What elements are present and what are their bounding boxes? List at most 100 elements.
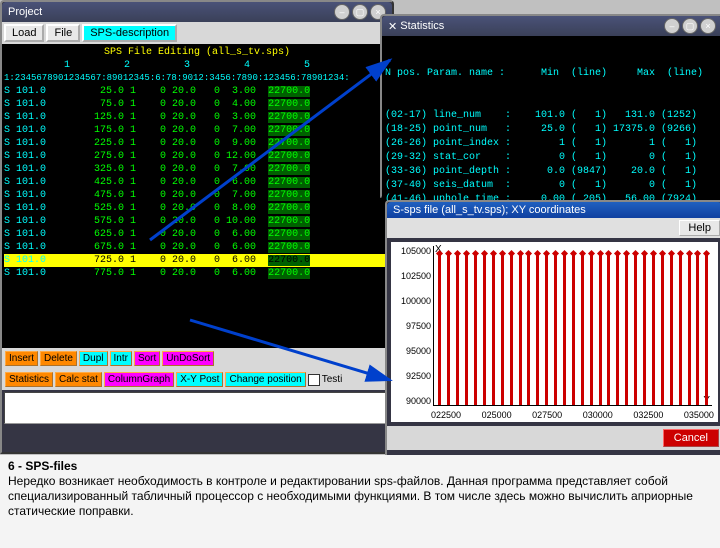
chart-bar [572,255,575,405]
file-button[interactable]: File [46,24,80,42]
stat-row: (33-36) point_depth : 0.0 (9847) 20.0 ( … [385,165,719,179]
chart-bar [634,255,637,405]
description-body: Нередко возникает необходимость в контро… [8,474,693,518]
description-panel: 6 - SPS-files Нередко возникает необходи… [0,455,720,548]
stat-row: (29-32) stat_cor : 0 ( 1) 0 ( 1) [385,151,719,165]
column-header: 1 2 3 4 5 [4,59,390,72]
chart-bar [492,255,495,405]
chart-window: S-sps file (all_s_tv.sps); XY coordinate… [385,200,720,464]
load-button[interactable]: Load [4,24,44,42]
chart-bar [501,255,504,405]
chart-bar [545,255,548,405]
statistics-title: Statistics [400,20,444,32]
chart-bar [590,255,593,405]
table-row[interactable]: S 101.0 575.0 1 0 20.0 0 10.00 22700.0 [4,215,390,228]
chart-bar [438,255,441,405]
chart-bar [670,255,673,405]
table-row[interactable]: S 101.0 225.0 1 0 20.0 0 9.00 22700.0 [4,137,390,150]
project-title: Project [8,6,42,18]
chart-bar [607,255,610,405]
table-row[interactable]: S 101.0 75.0 1 0 20.0 0 4.00 22700.0 [4,98,390,111]
description-heading: 6 - SPS-files [8,459,77,473]
stat-row: (02-17) line_num : 101.0 ( 1) 131.0 (125… [385,109,719,123]
cancel-button[interactable]: Cancel [663,429,719,447]
toolbar-row-1: Insert Delete Dupl Intr Sort UnDoSort [2,348,392,369]
sort-button[interactable]: Sort [134,351,160,366]
chart-bar [581,255,584,405]
chart-bar [616,255,619,405]
table-row[interactable]: S 101.0 525.0 1 0 20.0 0 8.00 22700.0 [4,202,390,215]
chart-bar [474,255,477,405]
table-row[interactable]: S 101.0 475.0 1 0 20.0 0 7.00 22700.0 [4,189,390,202]
statistics-button[interactable]: Statistics [5,372,53,387]
sps-description-button[interactable]: SPS-description [82,24,177,42]
chart-bar [519,255,522,405]
project-window: Project – ▢ × Load File SPS-description … [0,0,394,454]
maximize-icon[interactable]: ▢ [352,4,368,20]
y-axis: 10500010250010000097500950009250090000 [393,246,431,406]
statistics-window: ✕ Statistics – ▢ × N pos. Param. name : … [380,14,720,198]
help-button[interactable]: Help [679,220,720,236]
undosort-button[interactable]: UnDoSort [162,351,214,366]
close-icon[interactable]: × [700,18,716,34]
maximize-icon[interactable]: ▢ [682,18,698,34]
calc-stat-button[interactable]: Calc stat [55,372,102,387]
stat-row: (18-25) point_num : 25.0 ( 1) 17375.0 (9… [385,123,719,137]
statistics-titlebar[interactable]: ✕ Statistics – ▢ × [382,16,720,36]
chart-bar [705,255,708,405]
chart-bar [456,255,459,405]
plot-area [433,246,712,406]
xy-post-button[interactable]: X-Y Post [176,372,223,387]
chart-bar [661,255,664,405]
chart-bar [483,255,486,405]
ruler: 1:2345678901234567:89012345:6:78:9012:34… [4,72,390,85]
chart-area[interactable]: X Y 105000102500100000975009500092500900… [391,242,718,422]
change-position-button[interactable]: Change position [225,372,305,387]
project-menubar: Load File SPS-description [2,22,392,44]
table-row[interactable]: S 101.0 325.0 1 0 20.0 0 7.00 22700.0 [4,163,390,176]
chart-bar [599,255,602,405]
chart-bar [447,255,450,405]
project-titlebar[interactable]: Project – ▢ × [2,2,392,22]
minimize-icon[interactable]: – [664,18,680,34]
table-row[interactable]: S 101.0 275.0 1 0 20.0 0 12.00 22700.0 [4,150,390,163]
chart-title: S-sps file (all_s_tv.sps); XY coordinate… [393,204,586,216]
x-icon: ✕ [388,20,397,33]
chart-bar [536,255,539,405]
chart-footer: Cancel [387,426,720,450]
chart-bar [527,255,530,405]
table-row[interactable]: S 101.0 675.0 1 0 20.0 0 6.00 22700.0 [4,241,390,254]
table-row[interactable]: S 101.0 425.0 1 0 20.0 0 6.00 22700.0 [4,176,390,189]
intr-button[interactable]: Intr [110,351,132,366]
chart-bar [679,255,682,405]
stats-header: N pos. Param. name : Min (line) Max (lin… [385,67,719,81]
testi-checkbox[interactable]: Testi [308,372,343,387]
chart-bar [625,255,628,405]
editor-title: SPS File Editing (all_s_tv.sps) [4,46,390,59]
command-input[interactable] [4,392,390,424]
chart-menubar: Help [387,218,720,238]
column-graph-button[interactable]: ColumnGraph [104,372,174,387]
table-row[interactable]: S 101.0 175.0 1 0 20.0 0 7.00 22700.0 [4,124,390,137]
table-row[interactable]: S 101.0 725.0 1 0 20.0 0 6.00 22700.0 [4,254,390,267]
chart-bar [652,255,655,405]
chart-bar [696,255,699,405]
dupl-button[interactable]: Dupl [79,351,108,366]
table-row[interactable]: S 101.0 775.0 1 0 20.0 0 6.00 22700.0 [4,267,390,280]
sps-editor[interactable]: SPS File Editing (all_s_tv.sps) 1 2 3 4 … [2,44,392,348]
chart-bar [688,255,691,405]
chart-bar [510,255,513,405]
x-axis: 022500025000027500030000032500035000 [431,410,714,420]
toolbar-row-2: Statistics Calc stat ColumnGraph X-Y Pos… [2,369,392,390]
table-row[interactable]: S 101.0 25.0 1 0 20.0 0 3.00 22700.0 [4,85,390,98]
chart-bar [465,255,468,405]
chart-bar [554,255,557,405]
insert-button[interactable]: Insert [5,351,38,366]
table-row[interactable]: S 101.0 625.0 1 0 20.0 0 6.00 22700.0 [4,228,390,241]
minimize-icon[interactable]: – [334,4,350,20]
chart-bar [563,255,566,405]
table-row[interactable]: S 101.0 125.0 1 0 20.0 0 3.00 22700.0 [4,111,390,124]
delete-button[interactable]: Delete [40,351,77,366]
chart-titlebar[interactable]: S-sps file (all_s_tv.sps); XY coordinate… [387,202,720,218]
chart-bar [643,255,646,405]
